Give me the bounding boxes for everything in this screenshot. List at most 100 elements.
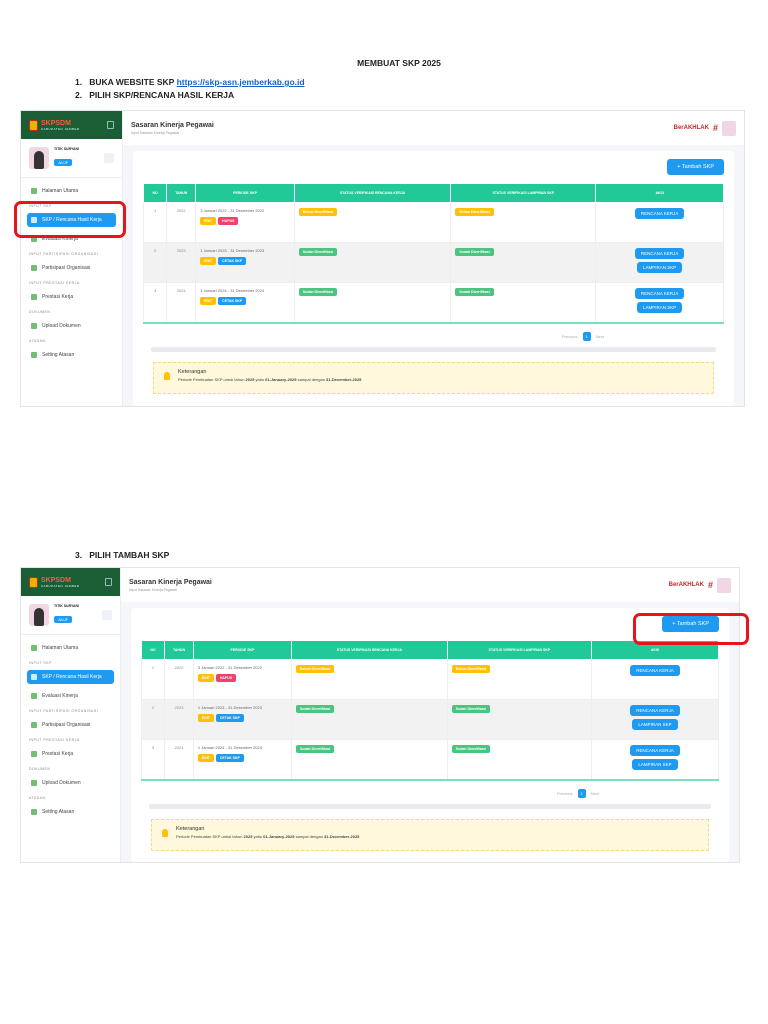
page-title: Sasaran Kinerja Pegawai (129, 578, 212, 586)
cell-status-rencana: Belum Diverifikasi (291, 659, 448, 700)
rencana-kerja-button[interactable]: RENCANA KERJA (630, 665, 680, 676)
edit-button[interactable]: EDIT (197, 674, 214, 682)
aksi-buttons: RENCANA KERJA LAMPIRAN SKP (600, 248, 719, 273)
sidebar-item-prestasi-kerja[interactable]: Prestasi Kerja (27, 290, 116, 304)
website-link[interactable]: https://skp-asn.jemberkab.go.id (177, 77, 305, 87)
sidebar-item-prestasi-kerja[interactable]: Prestasi Kerja (27, 747, 114, 761)
menu-section-header: INPUT PARTISIPASI ORGANISASI (29, 709, 99, 713)
step-1: 1. BUKA WEBSITE SKP https://skp-asn.jemb… (75, 77, 305, 87)
hapus-button[interactable]: HAPUS (215, 674, 237, 682)
sidebar-item-label: Setting Atasan (42, 809, 75, 815)
menu-item-icon (31, 674, 37, 680)
edit-button[interactable]: EDIT (197, 714, 214, 722)
sidebar-item-partisipasi-organisasi[interactable]: Partisipasi Organisasi (27, 718, 114, 732)
page-title: Sasaran Kinerja Pegawai (131, 121, 214, 129)
user-avatar-small[interactable] (722, 120, 736, 136)
sidebar-header: SKPSDM KABUPATEN JEMBER (21, 111, 122, 139)
menu-item-icon (31, 188, 37, 194)
edit-button[interactable]: EDIT (200, 257, 217, 265)
alert-end-date: 31-December-2025 (326, 376, 362, 382)
rencana-kerja-button[interactable]: RENCANA KERJA (630, 705, 680, 716)
aksi-buttons: RENCANA KERJA LAMPIRAN SKP (596, 705, 714, 730)
column-header: NO (142, 183, 168, 203)
page-subtitle: Input Sasaran Kinerja Pegawai (129, 587, 178, 592)
edit-button[interactable]: EDIT (200, 297, 217, 305)
user-avatar-small[interactable] (717, 577, 731, 593)
menu-section-header: ATASAN (29, 339, 46, 343)
sidebar-item-skp-rencana-hasil-kerja[interactable]: SKP / Rencana Hasil Kerja (27, 670, 114, 684)
sidebar-item-upload-dokumen[interactable]: Upload Dokumen (27, 319, 116, 333)
skp-card: + Tambah SKP NO TAHUN PERIODE SKP STATUS VER… (133, 151, 734, 406)
lampiran-skp-button[interactable]: LAMPIRAN SKP (632, 719, 678, 730)
cell-aksi: RENCANA KERJA (595, 202, 724, 243)
lampiran-skp-button[interactable]: LAMPIRAN SKP (637, 302, 683, 313)
menu-item-icon (31, 722, 37, 728)
rencana-kerja-button[interactable]: RENCANA KERJA (630, 745, 680, 756)
pagination-previous[interactable]: Previous (557, 791, 573, 796)
menu-item-icon (31, 352, 37, 358)
toolbar: + Tambah SKP (143, 159, 724, 175)
hapus-button[interactable]: HAPUS (218, 217, 239, 225)
highlight-tambah-skp (633, 613, 749, 645)
berakhlak-logo: BerAKHLAK # (674, 120, 736, 136)
column-header: AKSI (595, 183, 724, 203)
tambah-skp-button[interactable]: + Tambah SKP (667, 159, 724, 175)
profile-dropdown-button[interactable] (102, 610, 112, 620)
brand-text: BerAKHLAK (668, 582, 704, 588)
pagination-next[interactable]: Next (596, 334, 604, 339)
lampiran-skp-button[interactable]: LAMPIRAN SKP (632, 759, 678, 770)
status-badge: Belum Diverifikasi (298, 208, 338, 216)
status-badge: Belum Diverifikasi (455, 208, 494, 216)
status-badge: Belum Diverifikasi (451, 665, 491, 673)
cetak-skp-button[interactable]: CETAK SKP (218, 297, 247, 305)
cell-no: 1 (140, 659, 166, 700)
sidebar-item-evaluasi-kinerja[interactable]: Evaluasi Kinerja (27, 689, 114, 703)
horizontal-scrollbar[interactable] (151, 346, 716, 352)
sidebar-item-partisipasi-organisasi[interactable]: Partisipasi Organisasi (27, 261, 116, 275)
rencana-kerja-button[interactable]: RENCANA KERJA (634, 288, 685, 299)
horizontal-scrollbar[interactable] (149, 803, 711, 809)
alert-prefix: Periode Pembuatan SKP untuk tahun (176, 833, 244, 839)
periode-text: 3 Januari 2022 - 31 Desember 2022 (200, 208, 265, 213)
logo-subtitle: KABUPATEN JEMBER (41, 583, 80, 588)
alert-start-date: 01-January-2025 (265, 376, 297, 382)
logo-title: SKPSDM (41, 576, 71, 584)
info-alert: Keterangan Periode Pembuatan SKP untuk ta… (153, 361, 714, 394)
cetak-skp-button[interactable]: CETAK SKP (215, 714, 244, 722)
sidebar-item-label: Upload Dokumen (42, 780, 81, 786)
cell-status-lampiran: Sudah Diverifikasi (450, 282, 597, 323)
cell-periode: 1 Januari 2024 - 31 Desember 2024 EDIT CET… (192, 739, 293, 780)
sidebar-item-upload-dokumen[interactable]: Upload Dokumen (27, 776, 114, 790)
edit-button[interactable]: EDIT (200, 217, 217, 225)
pagination-previous[interactable]: Previous (562, 334, 578, 339)
cell-tahun: 2024 (164, 739, 194, 780)
rencana-kerja-button[interactable]: RENCANA KERJA (634, 208, 685, 219)
highlight-skp-menu (14, 201, 126, 238)
sidebar-item-setting-atasan[interactable]: Setting Atasan (27, 805, 114, 819)
sidebar-item-label: Evaluasi Kinerja (42, 693, 78, 699)
sidebar-item-setting-atasan[interactable]: Setting Atasan (27, 348, 116, 362)
step-number: 3. (75, 550, 83, 560)
logo-emblem-icon (29, 119, 38, 131)
periode-text: 1 Januari 2024 - 31 Desember 2024 (200, 288, 265, 293)
sidebar-item-label: SKP / Rencana Hasil Kerja (42, 674, 102, 680)
sidebar-item-label: Prestasi Kerja (42, 294, 74, 300)
cetak-skp-button[interactable]: CETAK SKP (218, 257, 247, 265)
collapse-sidebar-icon[interactable] (105, 578, 112, 586)
pagination-next[interactable]: Next (591, 791, 599, 796)
pagination-page-1[interactable]: 1 (577, 788, 586, 798)
pagination-page-1[interactable]: 1 (582, 331, 591, 341)
rencana-kerja-button[interactable]: RENCANA KERJA (634, 248, 685, 259)
step-text: BUKA WEBSITE SKP (89, 77, 177, 87)
cell-status-rencana: Sudah Diverifikasi (291, 739, 448, 780)
alert-content: Keterangan Periode Pembuatan SKP untuk ta… (176, 826, 359, 839)
sidebar-item-halaman-utama[interactable]: Halaman Utama (27, 184, 116, 198)
cetak-skp-button[interactable]: CETAK SKP (215, 754, 244, 762)
edit-button[interactable]: EDIT (197, 754, 214, 762)
collapse-sidebar-icon[interactable] (107, 121, 114, 129)
sidebar-item-halaman-utama[interactable]: Halaman Utama (27, 641, 114, 655)
profile-dropdown-button[interactable] (104, 153, 114, 163)
status-badge: Sudah Diverifikasi (455, 248, 494, 256)
aksi-buttons: RENCANA KERJA (596, 665, 714, 676)
lampiran-skp-button[interactable]: LAMPIRAN SKP (637, 262, 683, 273)
